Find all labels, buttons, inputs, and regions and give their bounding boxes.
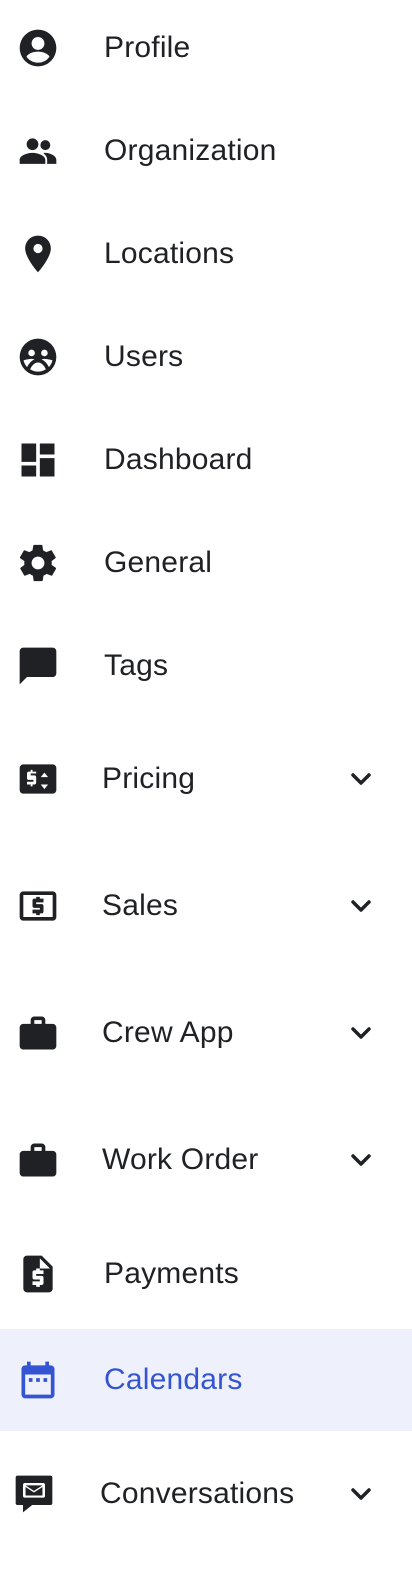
nav-item-label: Users: [104, 340, 184, 373]
nav-item-crew-app[interactable]: Crew App: [0, 972, 412, 1094]
nav-item-dashboard[interactable]: Dashboard: [0, 412, 412, 508]
nav-item-label: Locations: [104, 237, 235, 270]
nav-item-label: Pricing: [102, 762, 196, 795]
users-icon: [14, 333, 62, 381]
gear-icon: [14, 539, 62, 587]
nav-item-label: Dashboard: [104, 443, 253, 476]
nav-item-calendars[interactable]: Calendars: [0, 1329, 412, 1431]
account-circle-icon: [14, 24, 62, 72]
invoice-dollar-icon: [14, 1250, 62, 1298]
nav-item-payments[interactable]: Payments: [0, 1226, 412, 1322]
nav-item-label: Calendars: [104, 1363, 243, 1396]
price-tag-icon: [14, 755, 62, 803]
calendar-icon: [14, 1356, 62, 1404]
chevron-down-icon[interactable]: [344, 889, 378, 923]
nav-item-users[interactable]: Users: [0, 309, 412, 405]
nav-item-label: Payments: [104, 1257, 239, 1290]
chevron-down-icon[interactable]: [344, 1143, 378, 1177]
settings-nav-menu: Profile Organization Locations Users Das…: [0, 0, 412, 1584]
location-pin-icon: [14, 230, 62, 278]
nav-item-locations[interactable]: Locations: [0, 206, 412, 302]
nav-item-label: Work Order: [102, 1143, 259, 1176]
nav-item-work-order[interactable]: Work Order: [0, 1099, 412, 1221]
mail-chat-icon: [10, 1470, 58, 1518]
chevron-down-icon[interactable]: [344, 1477, 378, 1511]
nav-item-label: General: [104, 546, 213, 579]
nav-item-pricing[interactable]: Pricing: [0, 718, 412, 840]
nav-item-profile[interactable]: Profile: [0, 0, 412, 96]
nav-item-tags[interactable]: Tags: [0, 618, 412, 714]
nav-item-label: Crew App: [102, 1016, 234, 1049]
nav-item-label: Organization: [104, 134, 277, 167]
dollar-bill-icon: [14, 882, 62, 930]
nav-item-organization[interactable]: Organization: [0, 103, 412, 199]
people-icon: [14, 127, 62, 175]
briefcase-icon: [14, 1009, 62, 1057]
briefcase-icon: [14, 1136, 62, 1184]
nav-item-label: Profile: [104, 31, 191, 64]
nav-item-label: Sales: [102, 889, 179, 922]
nav-item-sales[interactable]: Sales: [0, 845, 412, 967]
chevron-down-icon[interactable]: [344, 762, 378, 796]
dashboard-icon: [14, 436, 62, 484]
nav-item-label: Conversations: [100, 1477, 295, 1510]
chat-bubble-icon: [14, 642, 62, 690]
nav-item-label: Tags: [104, 649, 169, 682]
chevron-down-icon[interactable]: [344, 1016, 378, 1050]
nav-item-conversations[interactable]: Conversations: [0, 1436, 412, 1552]
nav-item-general[interactable]: General: [0, 515, 412, 611]
